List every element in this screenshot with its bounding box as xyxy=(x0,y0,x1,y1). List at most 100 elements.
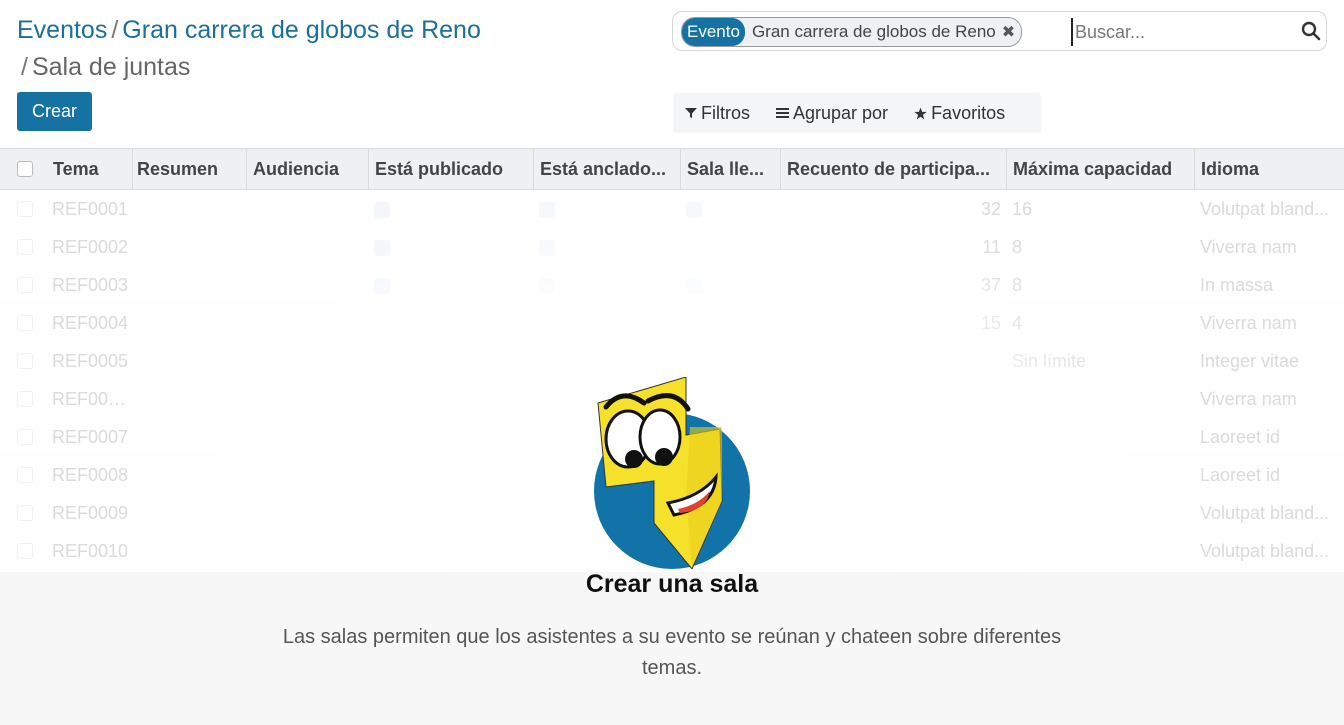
breadcrumb: Eventos / Gran carrera de globos de Reno /… xyxy=(17,12,577,86)
cell-recuento xyxy=(787,380,1001,418)
groupby-button[interactable]: Agrupar por xyxy=(776,103,888,124)
cell-recuento: 15 xyxy=(980,313,1001,333)
facet-value: Gran carrera de globos de Reno xyxy=(751,22,996,41)
cell-publicado-toggle xyxy=(374,202,390,218)
breadcrumb-separator: / xyxy=(21,53,28,81)
cell-capacidad: 4 xyxy=(1012,313,1023,333)
cell-tema: REF0009 xyxy=(52,503,129,523)
filters-label: Filtros xyxy=(701,102,750,123)
cell-idioma: Volutpat bland... xyxy=(1200,541,1330,561)
cell-idioma: Integer vitae xyxy=(1200,351,1300,371)
breadcrumb-eventos[interactable]: Eventos xyxy=(17,16,107,44)
cell-tema: REF0005 xyxy=(52,351,129,371)
cell-idioma: Viverra nam xyxy=(1200,389,1297,409)
cell-publicado-toggle xyxy=(374,278,390,294)
control-panel: Eventos / Gran carrera de globos de Reno /… xyxy=(0,0,1344,148)
column-header-resumen[interactable]: Resumen xyxy=(131,149,247,189)
cell-tema: REF0002 xyxy=(52,237,129,257)
column-header-idioma[interactable]: Idioma xyxy=(1195,149,1344,189)
helper-title: Crear una sala xyxy=(585,570,759,598)
cell-capacidad: Sin límite xyxy=(1012,351,1087,371)
cell-recuento xyxy=(787,494,1001,532)
search-options-bar: Filtros Agrupar por Favoritos xyxy=(673,93,1041,133)
cell-idioma: Laoreet id xyxy=(1200,465,1281,485)
table-row[interactable]: REF0005 Sin límite Integer vitae xyxy=(0,342,1344,380)
row-checkbox[interactable] xyxy=(17,505,33,521)
cell-tema: REF0007 xyxy=(52,427,129,447)
row-checkbox[interactable] xyxy=(17,429,33,445)
row-checkbox[interactable] xyxy=(17,543,33,559)
table-row[interactable]: REF0001 32 16 Volutpat bland... xyxy=(0,190,1344,228)
filter-icon xyxy=(685,108,697,118)
cell-idioma: Volutpat bland... xyxy=(1200,199,1330,219)
cell-publicado-toggle xyxy=(374,240,390,256)
cell-tema: REF0010 xyxy=(52,541,129,561)
row-checkbox[interactable] xyxy=(17,315,33,331)
cell-idioma: Laoreet id xyxy=(1200,427,1281,447)
search-input[interactable] xyxy=(1071,18,1291,46)
cell-recuento: 11 xyxy=(982,237,1001,257)
cell-anclado-toggle xyxy=(539,240,555,256)
row-checkbox[interactable] xyxy=(17,391,33,407)
select-all-checkbox[interactable] xyxy=(17,161,33,177)
cell-tema: REF0001 xyxy=(52,199,129,219)
column-header-tema[interactable]: Tema xyxy=(47,149,133,189)
cell-capacidad xyxy=(1012,456,1192,494)
cell-capacidad: 8 xyxy=(1012,275,1023,295)
cell-capacidad xyxy=(1012,380,1192,418)
search-facet: Evento Gran carrera de globos de Reno ✖ xyxy=(681,17,1023,47)
groupby-label: Agrupar por xyxy=(793,102,889,123)
row-checkbox[interactable] xyxy=(17,201,33,217)
cell-anclado-toggle xyxy=(539,202,555,218)
breadcrumb-event[interactable]: Gran carrera de globos de Reno xyxy=(122,16,481,44)
cell-capacidad: 8 xyxy=(1012,237,1023,257)
column-header-publicado[interactable]: Está publicado xyxy=(369,149,534,189)
column-header-sala-llena[interactable]: Sala lle... xyxy=(681,149,781,189)
column-header-capacidad[interactable]: Máxima capacidad xyxy=(1007,149,1195,189)
favorites-button[interactable]: Favoritos xyxy=(914,103,1005,124)
cell-capacidad: 16 xyxy=(1012,199,1033,219)
cell-recuento xyxy=(787,418,1001,456)
cell-tema: REF0004 xyxy=(52,313,129,333)
cell-idioma: Viverra nam xyxy=(1200,313,1297,333)
favorites-label: Favoritos xyxy=(931,102,1006,123)
facet-remove-icon[interactable]: ✖ xyxy=(1002,22,1015,42)
star-icon xyxy=(914,107,927,119)
helper-description: Las salas permiten que los asistentes a … xyxy=(282,626,1062,679)
table-row[interactable]: REF0003 37 8 In massa xyxy=(0,266,1344,304)
table-row[interactable]: REF0004 15 4 Viverra nam xyxy=(0,304,1344,342)
mascot-illustration xyxy=(594,377,750,569)
cell-tema: REF000... xyxy=(52,389,130,409)
cell-anclado-toggle xyxy=(539,278,555,294)
cell-idioma: Volutpat bland... xyxy=(1200,503,1330,523)
cell-tema: REF0003 xyxy=(52,275,129,295)
cell-recuento xyxy=(787,456,1001,494)
column-header-audiencia[interactable]: Audiencia xyxy=(247,149,369,189)
facet-category: Evento xyxy=(682,18,745,46)
page-title: Sala de juntas xyxy=(31,53,191,81)
table-row[interactable]: REF0002 11 8 Viverra nam xyxy=(0,228,1344,266)
cell-tema: REF0008 xyxy=(52,465,129,485)
column-header-recuento[interactable]: Recuento de participa... xyxy=(781,149,1007,189)
column-header-anclado[interactable]: Está anclado... xyxy=(534,149,681,189)
search-icon[interactable] xyxy=(1301,21,1321,41)
cell-idioma: Viverra nam xyxy=(1200,237,1297,257)
row-checkbox[interactable] xyxy=(17,277,33,293)
cell-recuento xyxy=(787,342,1001,380)
cell-sala-llena-toggle xyxy=(686,278,702,294)
cell-capacidad xyxy=(1012,418,1192,456)
search-box: Evento Gran carrera de globos de Reno ✖ xyxy=(672,11,1327,51)
breadcrumb-separator: / xyxy=(111,16,119,44)
cell-recuento: 32 xyxy=(980,199,1001,219)
cell-capacidad xyxy=(1012,532,1192,570)
cell-recuento xyxy=(787,532,1001,570)
create-button[interactable]: Crear xyxy=(17,92,92,131)
cell-recuento: 37 xyxy=(980,275,1001,295)
filters-button[interactable]: Filtros xyxy=(685,103,750,124)
cell-sala-llena-toggle xyxy=(686,202,702,218)
row-checkbox[interactable] xyxy=(17,467,33,483)
row-checkbox[interactable] xyxy=(17,353,33,369)
row-checkbox[interactable] xyxy=(17,239,33,255)
cell-idioma: In massa xyxy=(1200,275,1274,295)
list-icon xyxy=(776,108,789,118)
